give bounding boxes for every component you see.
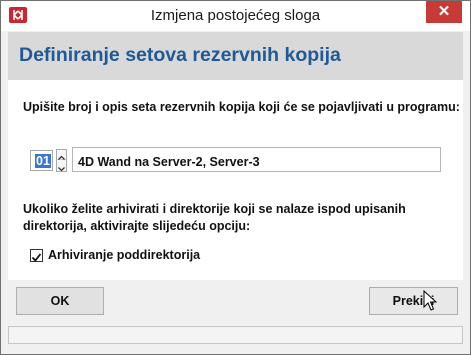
checkmark-icon	[31, 253, 42, 262]
title-bar[interactable]: Izmjena postojećeg sloga ✕	[1, 1, 470, 31]
mouse-pointer-icon	[423, 290, 437, 311]
set-description-input[interactable]	[72, 147, 441, 172]
window-title: Izmjena postojećeg sloga	[150, 7, 321, 24]
close-button[interactable]: ✕	[426, 1, 462, 23]
cancel-button[interactable]: Prekini	[369, 287, 458, 315]
archive-hint-line-1: Ukoliko želite arhivirati i direktorije …	[23, 202, 406, 216]
stepper-up-button[interactable]	[57, 150, 66, 160]
set-number-field[interactable]: 01	[30, 150, 53, 171]
dialog-window: Izmjena postojećeg sloga ✕ Definiranje s…	[0, 0, 471, 355]
set-number-stepper[interactable]	[56, 149, 67, 172]
status-bar	[8, 326, 463, 344]
page-title: Definiranje setova rezervnih kopija	[19, 44, 341, 66]
stepper-down-button[interactable]	[57, 161, 66, 172]
close-icon: ✕	[437, 3, 451, 20]
ok-button[interactable]: OK	[16, 287, 104, 315]
instruction-text: Upišite broj i opis seta rezervnih kopij…	[23, 100, 460, 114]
subdir-checkbox-label[interactable]: Arhiviranje poddirektorija	[48, 248, 200, 262]
subdir-checkbox[interactable]	[30, 249, 43, 262]
archive-hint-line-2: direktorija, aktivirajte slijedeću opcij…	[23, 219, 251, 233]
set-number-value: 01	[35, 154, 51, 168]
dialog-header: Definiranje setova rezervnih kopija	[8, 32, 463, 80]
chevron-down-icon	[58, 167, 65, 172]
